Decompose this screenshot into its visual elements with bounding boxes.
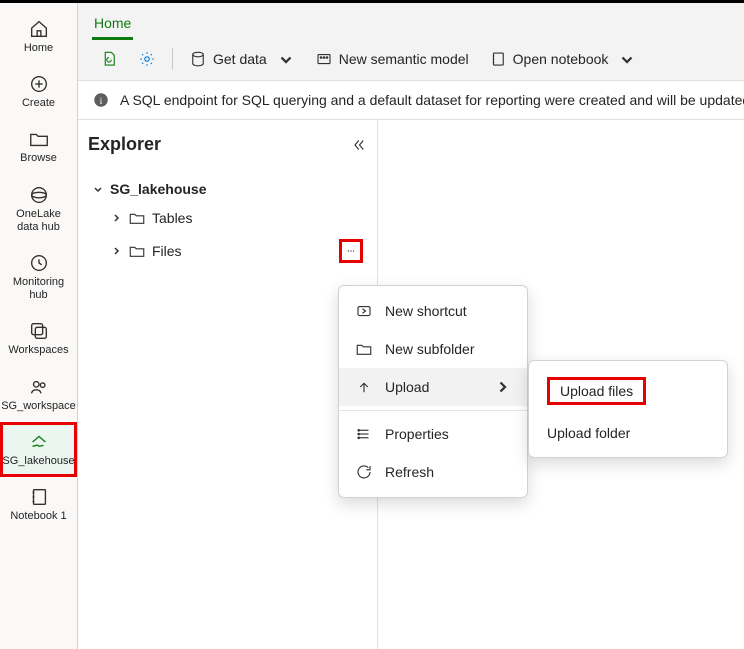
open-notebook-label: Open notebook xyxy=(513,51,609,67)
tab-row: Home xyxy=(78,3,744,40)
workspaces-icon xyxy=(28,320,50,342)
rail-onelake-label: OneLake data hub xyxy=(5,208,72,234)
folder-icon xyxy=(128,209,146,227)
refresh-icon xyxy=(355,463,373,481)
notebook-icon xyxy=(28,486,50,508)
menu-refresh-label: Refresh xyxy=(385,464,434,480)
rail-sg-workspace[interactable]: SG_workspace xyxy=(0,367,77,422)
rail-workspaces-label: Workspaces xyxy=(8,344,68,357)
people-icon xyxy=(28,376,50,398)
main-area: Home Get data New semantic model xyxy=(78,3,744,649)
submenu-upload-folder-label: Upload folder xyxy=(547,425,630,441)
rail-home-label: Home xyxy=(24,42,53,55)
tab-home[interactable]: Home xyxy=(92,11,133,40)
settings-small-button[interactable] xyxy=(130,46,164,72)
plus-circle-icon xyxy=(28,73,50,95)
rail-sg-lakehouse[interactable]: SG_lakehouse xyxy=(0,422,77,477)
tree-files[interactable]: Files xyxy=(88,233,367,269)
gear-icon xyxy=(138,50,156,68)
info-banner: i A SQL endpoint for SQL querying and a … xyxy=(78,81,744,120)
menu-refresh[interactable]: Refresh xyxy=(339,453,527,491)
explorer-tree: SG_lakehouse Tables Files xyxy=(88,169,367,269)
tree-root[interactable]: SG_lakehouse xyxy=(88,175,367,203)
folder-icon xyxy=(128,242,146,260)
left-rail: Home Create Browse OneLake data hub Moni… xyxy=(0,3,78,649)
submenu-upload-files-label: Upload files xyxy=(560,383,633,399)
chevron-down-icon xyxy=(618,50,636,68)
new-semantic-model-button[interactable]: New semantic model xyxy=(307,46,477,72)
chevron-down-icon xyxy=(92,183,104,195)
model-icon xyxy=(315,50,333,68)
monitor-icon xyxy=(28,252,50,274)
menu-new-subfolder-label: New subfolder xyxy=(385,341,475,357)
explorer-header: Explorer xyxy=(88,134,367,169)
more-options-button[interactable] xyxy=(339,239,363,263)
rail-workspaces[interactable]: Workspaces xyxy=(0,311,77,366)
divider xyxy=(172,48,173,70)
chevron-right-icon xyxy=(493,378,511,396)
menu-upload-label: Upload xyxy=(385,379,429,395)
app-root: Home Create Browse OneLake data hub Moni… xyxy=(0,0,744,649)
rail-monitoring[interactable]: Monitoring hub xyxy=(0,243,77,311)
info-icon: i xyxy=(92,91,110,109)
globe-data-icon xyxy=(28,184,50,206)
properties-icon xyxy=(355,425,373,443)
menu-properties-label: Properties xyxy=(385,426,449,442)
files-context-menu: New shortcut New subfolder Upload Proper… xyxy=(338,285,528,498)
ellipsis-icon xyxy=(346,244,356,258)
tree-tables[interactable]: Tables xyxy=(88,203,367,233)
menu-divider xyxy=(339,410,527,411)
upload-submenu: Upload files Upload folder xyxy=(528,360,728,458)
chevron-down-icon xyxy=(277,50,295,68)
file-refresh-icon xyxy=(100,50,118,68)
menu-new-shortcut[interactable]: New shortcut xyxy=(339,292,527,330)
folder-icon xyxy=(355,340,373,358)
rail-create-label: Create xyxy=(22,97,55,110)
tree-root-label: SG_lakehouse xyxy=(110,181,363,197)
rail-browse[interactable]: Browse xyxy=(0,119,77,174)
rail-sg-workspace-label: SG_workspace xyxy=(1,400,76,413)
menu-new-shortcut-label: New shortcut xyxy=(385,303,467,319)
rail-sg-lakehouse-label: SG_lakehouse xyxy=(2,455,74,468)
home-icon xyxy=(28,18,50,40)
rail-monitoring-label: Monitoring hub xyxy=(5,276,72,302)
shortcut-icon xyxy=(355,302,373,320)
explorer-title: Explorer xyxy=(88,134,161,155)
collapse-icon[interactable] xyxy=(349,136,367,154)
notebook-open-icon xyxy=(489,50,507,68)
topbar: Home Get data New semantic model xyxy=(78,3,744,81)
new-model-label: New semantic model xyxy=(339,51,469,67)
upload-files-highlight: Upload files xyxy=(547,377,646,405)
tree-tables-label: Tables xyxy=(152,210,363,226)
chevron-right-icon xyxy=(110,245,122,257)
database-icon xyxy=(189,50,207,68)
command-bar: Get data New semantic model Open noteboo… xyxy=(78,40,744,80)
menu-upload[interactable]: Upload xyxy=(339,368,527,406)
rail-browse-label: Browse xyxy=(20,152,57,165)
chevron-right-icon xyxy=(110,212,122,224)
rail-onelake[interactable]: OneLake data hub xyxy=(0,175,77,243)
menu-new-subfolder[interactable]: New subfolder xyxy=(339,330,527,368)
refresh-small-button[interactable] xyxy=(92,46,126,72)
content-body: Explorer SG_lakehouse Tables xyxy=(78,120,744,649)
rail-notebook1-label: Notebook 1 xyxy=(10,510,66,523)
rail-create[interactable]: Create xyxy=(0,64,77,119)
info-text: A SQL endpoint for SQL querying and a de… xyxy=(120,92,744,108)
submenu-upload-files[interactable]: Upload files xyxy=(529,367,727,415)
lakehouse-icon xyxy=(28,431,50,453)
upload-icon xyxy=(355,378,373,396)
menu-properties[interactable]: Properties xyxy=(339,415,527,453)
rail-home[interactable]: Home xyxy=(0,9,77,64)
get-data-button[interactable]: Get data xyxy=(181,46,303,72)
open-notebook-button[interactable]: Open notebook xyxy=(481,46,645,72)
tree-files-label: Files xyxy=(152,243,333,259)
folder-icon xyxy=(28,128,50,150)
submenu-upload-folder[interactable]: Upload folder xyxy=(529,415,727,451)
svg-text:i: i xyxy=(100,96,103,107)
get-data-label: Get data xyxy=(213,51,267,67)
rail-notebook1[interactable]: Notebook 1 xyxy=(0,477,77,532)
explorer-panel: Explorer SG_lakehouse Tables xyxy=(78,120,378,649)
